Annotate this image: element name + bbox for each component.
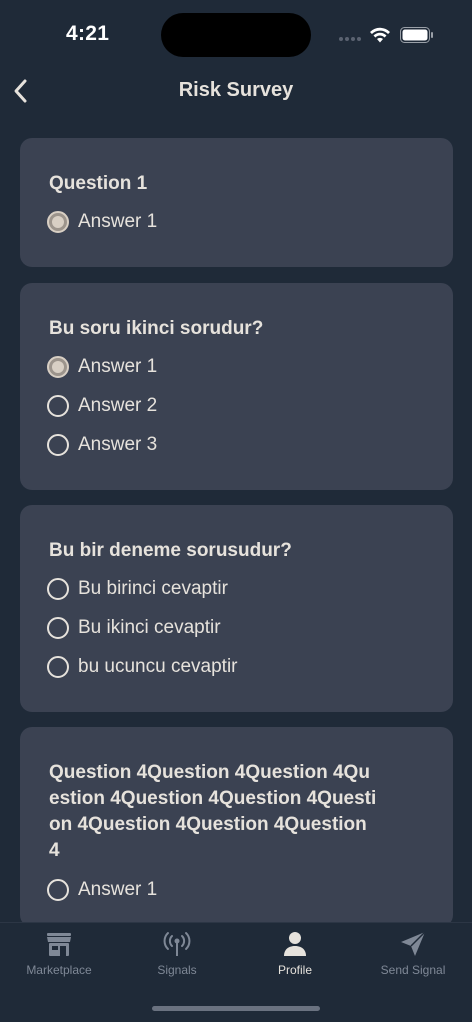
tab-label: Signals [157,963,197,977]
answer-option[interactable]: Answer 3 [47,432,157,458]
radio-unselected-icon[interactable] [47,395,69,417]
answer-label: bu ucuncu cevaptir [78,656,238,677]
cellular-signal-icon [339,37,361,41]
radio-selected-icon[interactable] [47,211,69,233]
tab-marketplace[interactable]: Marketplace [0,929,118,977]
answer-label: Answer 1 [78,356,158,377]
tab-label: Marketplace [26,963,92,977]
answer-option[interactable]: Answer 1 [47,877,157,903]
answer-label: Answer 3 [78,434,158,455]
question-text: Question 1 [49,173,148,194]
answer-option[interactable]: Bu birinci cevaptir [47,576,228,602]
dynamic-island [161,13,311,57]
radio-unselected-icon[interactable] [47,879,69,901]
question-text: Bu soru ikinci sorudur? [49,318,264,339]
question-card-2: Bu soru ikinci sorudur? Answer 1 Answer … [20,283,453,490]
question-card-1: Question 1 Answer 1 [20,138,453,267]
paper-plane-icon [401,931,426,956]
radio-unselected-icon[interactable] [47,656,69,678]
answer-label: Answer 1 [78,211,158,232]
broadcast-icon [163,932,191,956]
question-card-3: Bu bir deneme sorusudur? Bu birinci ceva… [20,505,453,712]
person-icon [284,932,306,956]
wifi-icon [370,27,390,43]
question-text: Bu bir deneme sorusudur? [49,540,292,561]
answer-option[interactable]: Answer 1 [47,209,157,235]
answer-label: Bu ikinci cevaptir [78,617,221,638]
answer-label: Bu birinci cevaptir [78,578,228,599]
status-bar: 4:21 [0,0,472,70]
answer-option[interactable]: Answer 1 [47,354,157,380]
tab-send-signal[interactable]: Send Signal [354,929,472,977]
question-card-4: Question 4Question 4Question 4Question 4… [20,727,453,927]
radio-unselected-icon[interactable] [47,578,69,600]
battery-icon [400,27,433,43]
status-time: 4:21 [66,22,110,45]
radio-selected-icon[interactable] [47,356,69,378]
store-icon [47,933,71,956]
answer-option[interactable]: bu ucuncu cevaptir [47,654,238,680]
answer-label: Answer 1 [78,879,158,900]
page-title: Risk Survey [178,79,294,101]
home-indicator [152,1006,320,1011]
tab-profile[interactable]: Profile [236,929,354,977]
radio-unselected-icon[interactable] [47,617,69,639]
radio-unselected-icon[interactable] [47,434,69,456]
tab-label: Profile [277,963,312,977]
tab-signals[interactable]: Signals [118,929,236,977]
tab-label: Send Signal [380,963,446,977]
answer-option[interactable]: Answer 2 [47,393,157,419]
question-text: Question 4Question 4Question 4Question 4… [49,762,377,861]
answer-option[interactable]: Bu ikinci cevaptir [47,615,221,641]
answer-label: Answer 2 [78,395,158,416]
